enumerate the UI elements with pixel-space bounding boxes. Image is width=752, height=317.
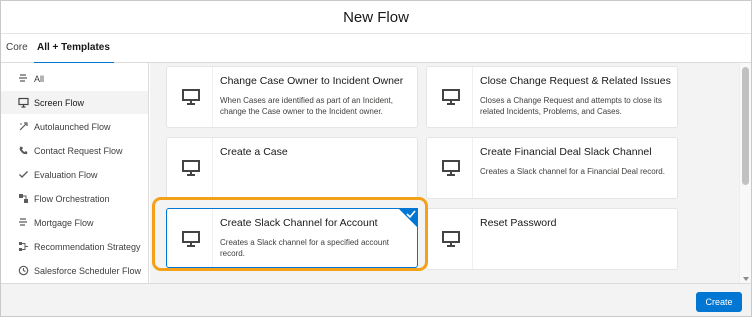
sidebar-item-mortgage-flow[interactable]: Mortgage Flow (1, 211, 148, 234)
template-grid: Change Case Owner to Incident Owner When… (150, 63, 739, 283)
scheduler-icon (18, 265, 29, 276)
sidebar-item-label: Evaluation Flow (34, 169, 98, 180)
card-description: When Cases are identified as part of an … (220, 96, 393, 116)
all-icon (18, 73, 29, 84)
modal-title: New Flow (343, 8, 409, 26)
modal-header: New Flow (1, 1, 751, 34)
scroll-down-arrow-icon[interactable] (743, 277, 749, 281)
contact-request-icon (18, 145, 29, 156)
card-description: Creates a Slack channel for a specified … (220, 238, 389, 258)
autolaunch-icon (18, 121, 29, 132)
screen-flow-icon (441, 158, 461, 178)
scrollbar-thumb[interactable] (742, 67, 749, 185)
card-divider (212, 138, 213, 198)
card-title: Reset Password (480, 217, 557, 229)
screen-flow-icon (441, 229, 461, 249)
tab-all-templates[interactable]: All + Templates (34, 34, 114, 64)
sidebar-item-all[interactable]: All (1, 67, 148, 90)
tab-bar: Core All + Templates (1, 34, 751, 64)
template-card-close-change-request[interactable]: Close Change Request & Related Issues Cl… (426, 66, 678, 128)
selected-check-icon (398, 208, 418, 228)
card-title: Change Case Owner to Incident Owner (220, 75, 404, 87)
template-card-reset-password[interactable]: Reset Password (426, 208, 678, 270)
create-button[interactable]: Create (696, 292, 742, 312)
sidebar-item-salesforce-scheduler-flow[interactable]: Salesforce Scheduler Flow (1, 259, 148, 282)
screen-flow-icon (181, 229, 201, 249)
card-divider (472, 138, 473, 198)
template-card-create-slack-channel-for-account[interactable]: Create Slack Channel for Account Creates… (166, 208, 418, 268)
card-divider (212, 209, 213, 267)
sidebar-item-label: Recommendation Strategy (34, 241, 141, 252)
card-divider (472, 67, 473, 127)
sidebar-item-label: Screen Flow (34, 97, 85, 108)
vertical-scrollbar[interactable] (739, 63, 751, 283)
screen-flow-icon (441, 87, 461, 107)
sidebar-item-label: All (34, 73, 45, 84)
evaluation-icon (18, 169, 29, 180)
sidebar-item-label: Flow Orchestration (34, 193, 110, 204)
orchestration-icon (18, 193, 29, 204)
sidebar-item-contact-request-flow[interactable]: Contact Request Flow (1, 139, 148, 162)
sidebar-item-autolaunched-flow[interactable]: Autolaunched Flow (1, 115, 148, 138)
card-divider (212, 67, 213, 127)
sidebar-item-label: Contact Request Flow (34, 145, 123, 156)
mortgage-icon (18, 217, 29, 228)
sidebar-item-evaluation-flow[interactable]: Evaluation Flow (1, 163, 148, 186)
sidebar-item-screen-flow[interactable]: Screen Flow (1, 91, 148, 114)
tab-core[interactable]: Core (6, 34, 28, 63)
template-card-change-case-owner[interactable]: Change Case Owner to Incident Owner When… (166, 66, 418, 128)
template-card-create-a-case[interactable]: Create a Case (166, 137, 418, 199)
card-divider (472, 209, 473, 269)
sidebar-item-recommendation-strategy[interactable]: Recommendation Strategy (1, 235, 148, 258)
modal-footer: Create (1, 283, 751, 316)
card-description: Closes a Change Request and attempts to … (480, 96, 662, 116)
card-title: Create a Case (220, 146, 288, 158)
screen-flow-icon (181, 158, 201, 178)
new-flow-modal: New Flow Core All + Templates All Screen… (0, 0, 752, 317)
sidebar-item-flow-orchestration[interactable]: Flow Orchestration (1, 187, 148, 210)
flow-type-sidebar: All Screen Flow Autolaunched Flow Contac… (1, 63, 149, 283)
card-description: Creates a Slack channel for a Financial … (480, 167, 665, 176)
card-title: Close Change Request & Related Issues (480, 75, 671, 87)
sidebar-item-label: Mortgage Flow (34, 217, 94, 228)
recommendation-icon (18, 241, 29, 252)
sidebar-item-label: Salesforce Scheduler Flow (34, 265, 142, 276)
screen-flow-icon (181, 87, 201, 107)
sidebar-item-label: Autolaunched Flow (34, 121, 111, 132)
template-card-create-financial-deal-slack-channel[interactable]: Create Financial Deal Slack Channel Crea… (426, 137, 678, 199)
card-title: Create Slack Channel for Account (220, 217, 378, 229)
card-title: Create Financial Deal Slack Channel (480, 146, 652, 158)
screen-icon (18, 97, 29, 108)
